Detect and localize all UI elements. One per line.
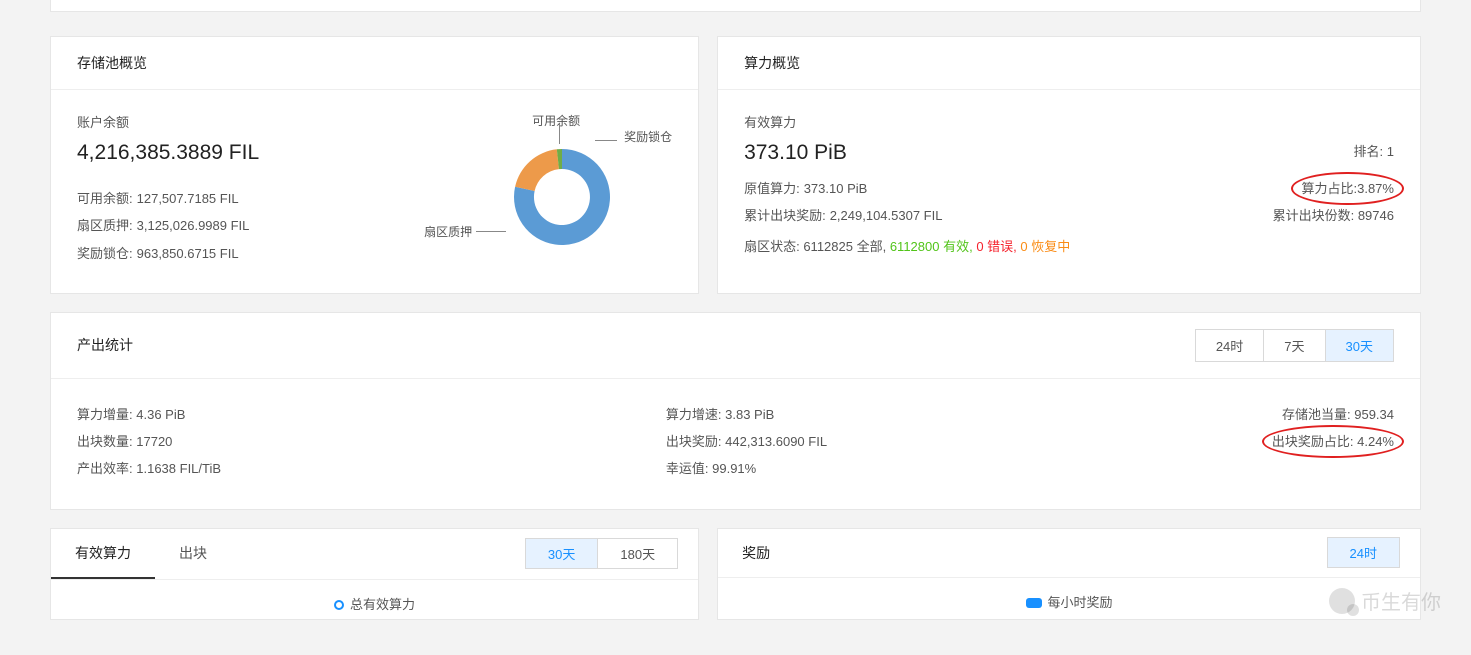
output-stats-card: 产出统计 24时 7天 30天 算力增量: 4.36 PiB 出块数量: 177… — [50, 312, 1421, 510]
cum-reward-row: 累计出块奖励:2,249,104.5307 FIL — [744, 202, 942, 229]
tab-eff-power[interactable]: 有效算力 — [51, 529, 155, 579]
rank-row: 排名: 1 — [1354, 138, 1394, 165]
sector-status-row: 扇区状态: 6112825 全部, 6112800 有效, 0 错误, 0 恢复… — [744, 236, 1394, 255]
reward-ratio-highlight: 出块奖励占比: 4.24% — [1272, 428, 1394, 455]
output-title: 产出统计 — [77, 335, 133, 355]
eff-power-value: 373.10 PiB — [744, 141, 847, 165]
bar-legend-icon — [1026, 598, 1042, 608]
donut-label-pledge: 扇区质押 — [424, 223, 472, 240]
power-chart-legend: 总有效算力 — [51, 580, 698, 619]
line-legend-icon — [334, 600, 344, 610]
output-time-tabs: 24时 7天 30天 — [1195, 329, 1394, 362]
tab-30d[interactable]: 30天 — [1325, 330, 1393, 361]
block-reward-row: 出块奖励: 442,313.6090 FIL — [666, 428, 827, 455]
eff-power-label: 有效算力 — [744, 112, 847, 131]
chart-tab-30d[interactable]: 30天 — [526, 539, 597, 568]
storage-pool-card: 存储池概览 账户余额 4,216,385.3889 FIL 可用余额:127,5… — [50, 36, 699, 294]
output-eff-row: 产出效率: 1.1638 FIL/TiB — [77, 455, 221, 482]
power-title: 算力概览 — [718, 37, 1420, 90]
sector-pledge-row: 扇区质押:3,125,026.9989 FIL — [77, 212, 432, 239]
balance-label: 账户余额 — [77, 112, 432, 131]
reward-title: 奖励 — [718, 529, 794, 577]
storage-equiv-row: 存储池当量: 959.34 — [1272, 401, 1394, 428]
luck-row: 幸运值: 99.91% — [666, 455, 827, 482]
power-chart-card: 有效算力 出块 30天 180天 总有效算力 — [50, 528, 699, 620]
tab-block[interactable]: 出块 — [155, 529, 231, 579]
reward-tab-24h[interactable]: 24时 — [1328, 538, 1399, 567]
storage-title: 存储池概览 — [51, 37, 698, 90]
balance-donut-chart: 可用余额 奖励锁仓 扇区质押 — [452, 112, 672, 262]
donut-label-locked: 奖励锁仓 — [624, 128, 672, 145]
reward-chart-legend: 每小时奖励 — [718, 578, 1420, 617]
chart-tab-180d[interactable]: 180天 — [597, 539, 677, 568]
cum-count-row: 累计出块份数: 89746 — [1273, 202, 1394, 229]
power-ratio-highlight: 算力占比:3.87% — [1301, 175, 1394, 202]
power-speed-row: 算力增速: 3.83 PiB — [666, 401, 827, 428]
donut-label-available: 可用余额 — [532, 112, 580, 129]
power-growth-row: 算力增量: 4.36 PiB — [77, 401, 221, 428]
available-balance-row: 可用余额:127,507.7185 FIL — [77, 185, 432, 212]
tab-24h[interactable]: 24时 — [1196, 330, 1263, 361]
block-count-row: 出块数量: 17720 — [77, 428, 221, 455]
raw-power-row: 原值算力:373.10 PiB — [744, 175, 867, 202]
tab-7d[interactable]: 7天 — [1263, 330, 1324, 361]
balance-value: 4,216,385.3889 FIL — [77, 141, 432, 165]
reward-locked-row: 奖励锁仓:963,850.6715 FIL — [77, 240, 432, 267]
power-overview-card: 算力概览 有效算力 373.10 PiB 排名: 1 原值算力:373.10 P… — [717, 36, 1421, 294]
reward-chart-card: 奖励 24时 每小时奖励 — [717, 528, 1421, 620]
